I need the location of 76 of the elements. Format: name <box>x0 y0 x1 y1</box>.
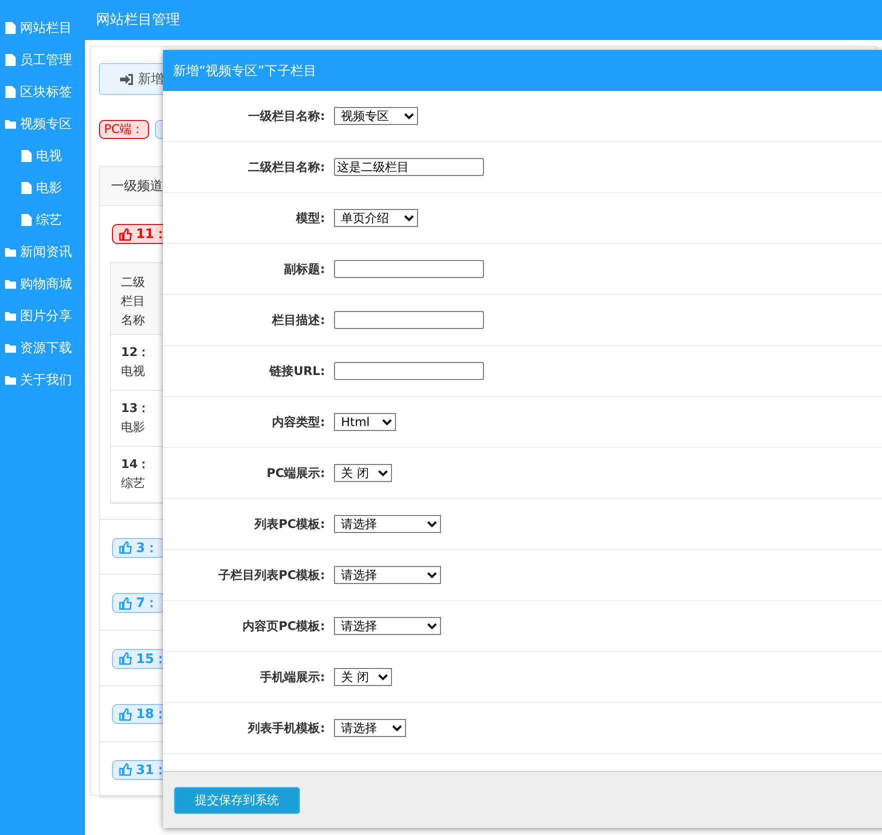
field-label: 模型: <box>294 210 325 226</box>
sidebar-item[interactable]: 电影 <box>0 172 85 204</box>
file-icon <box>5 86 16 98</box>
field-label: 列表PC模板: <box>253 516 325 532</box>
sidebar-item[interactable]: 资源下载 <box>0 332 85 364</box>
channel-id: 7： <box>136 595 158 612</box>
channel-id: 3： <box>136 540 158 556</box>
input-field[interactable] <box>334 362 484 380</box>
channel-tag[interactable]: 3： <box>112 538 166 558</box>
field-label: 子栏目列表PC模板: <box>218 566 325 584</box>
field-label: 内容页PC模板: <box>242 618 325 634</box>
thumbs-up-icon <box>119 541 132 554</box>
field-label: 手机端展示: <box>259 668 325 686</box>
select-field[interactable]: 请选择 <box>334 719 406 737</box>
field-label: 内容类型: <box>271 414 325 430</box>
select-field[interactable]: 单页介绍 <box>334 209 418 227</box>
sidebar-item[interactable]: 购物商城 <box>0 268 85 300</box>
subchannel-id: 12： <box>121 344 150 361</box>
sidebar-item[interactable]: 新闻资讯 <box>0 236 85 268</box>
column-header: 一级频道 <box>111 178 163 195</box>
field-label: 副标题: <box>283 260 325 278</box>
sidebar-item[interactable]: 电视 <box>0 140 85 172</box>
folder-icon <box>5 342 16 354</box>
channel-id: 31： <box>136 762 168 778</box>
thumbs-up-icon <box>119 708 132 720</box>
sidebar-item[interactable]: 员工管理 <box>0 44 85 76</box>
subchannel-name: 综艺 <box>121 475 145 492</box>
sidebar-item[interactable]: 区块标签 <box>0 76 85 108</box>
select-field[interactable]: 关 闭 <box>334 464 392 482</box>
field-label: 链接URL: <box>268 362 325 380</box>
channel-tag[interactable]: 7： <box>112 593 166 613</box>
sign-in-icon <box>120 74 133 84</box>
folder-icon <box>5 374 16 386</box>
sidebar-item[interactable]: 视频专区 <box>0 108 85 140</box>
field-label: 列表手机模板: <box>246 720 325 736</box>
submit-button[interactable]: 提交保存到系统 <box>174 786 300 814</box>
subchannel-id: 13： <box>121 400 150 417</box>
channel-id: 11： <box>136 226 168 243</box>
folder-icon <box>5 118 16 130</box>
select-field[interactable]: Html <box>334 413 396 431</box>
folder-icon <box>5 310 16 322</box>
sidebar-item[interactable]: 网站栏目 <box>0 12 85 44</box>
field-label: 二级栏目名称: <box>247 158 325 176</box>
input-field[interactable] <box>334 260 484 278</box>
subchannel-id: 14： <box>121 456 150 473</box>
select-field[interactable]: 请选择 <box>334 617 441 635</box>
input-field[interactable] <box>334 311 484 329</box>
file-icon <box>21 182 32 194</box>
page-title: 网站栏目管理 <box>96 11 180 29</box>
channel-id: 18： <box>136 706 168 723</box>
subchannel-name: 电视 <box>121 363 145 380</box>
input-field[interactable]: 这是二级栏目 <box>334 158 484 176</box>
thumbs-up-icon <box>119 763 132 776</box>
select-field[interactable]: 请选择 <box>334 566 441 584</box>
sidebar-item[interactable]: 图片分享 <box>0 300 85 332</box>
sidebar-item[interactable]: 关于我们 <box>0 364 85 396</box>
platform-tag: PC端： <box>99 120 149 139</box>
select-field[interactable]: 关 闭 <box>334 668 392 686</box>
field-label: PC端展示: <box>266 464 325 482</box>
column-header: 二级栏目名称 <box>121 274 146 329</box>
folder-icon <box>5 278 16 290</box>
thumbs-up-icon <box>119 228 132 240</box>
thumbs-up-icon <box>119 652 132 665</box>
select-field[interactable]: 视频专区 <box>334 107 418 125</box>
field-label: 栏目描述: <box>270 312 325 328</box>
select-field[interactable]: 请选择 <box>334 515 441 533</box>
file-icon <box>5 22 16 34</box>
file-icon <box>21 214 32 226</box>
sidebar-item[interactable]: 综艺 <box>0 204 85 236</box>
field-label: 一级栏目名称: <box>247 108 325 124</box>
subchannel-name: 电影 <box>121 419 145 436</box>
file-icon <box>5 54 16 66</box>
thumbs-up-icon <box>119 596 132 610</box>
channel-id: 15： <box>136 650 168 668</box>
folder-icon <box>5 246 16 258</box>
file-icon <box>21 150 32 162</box>
